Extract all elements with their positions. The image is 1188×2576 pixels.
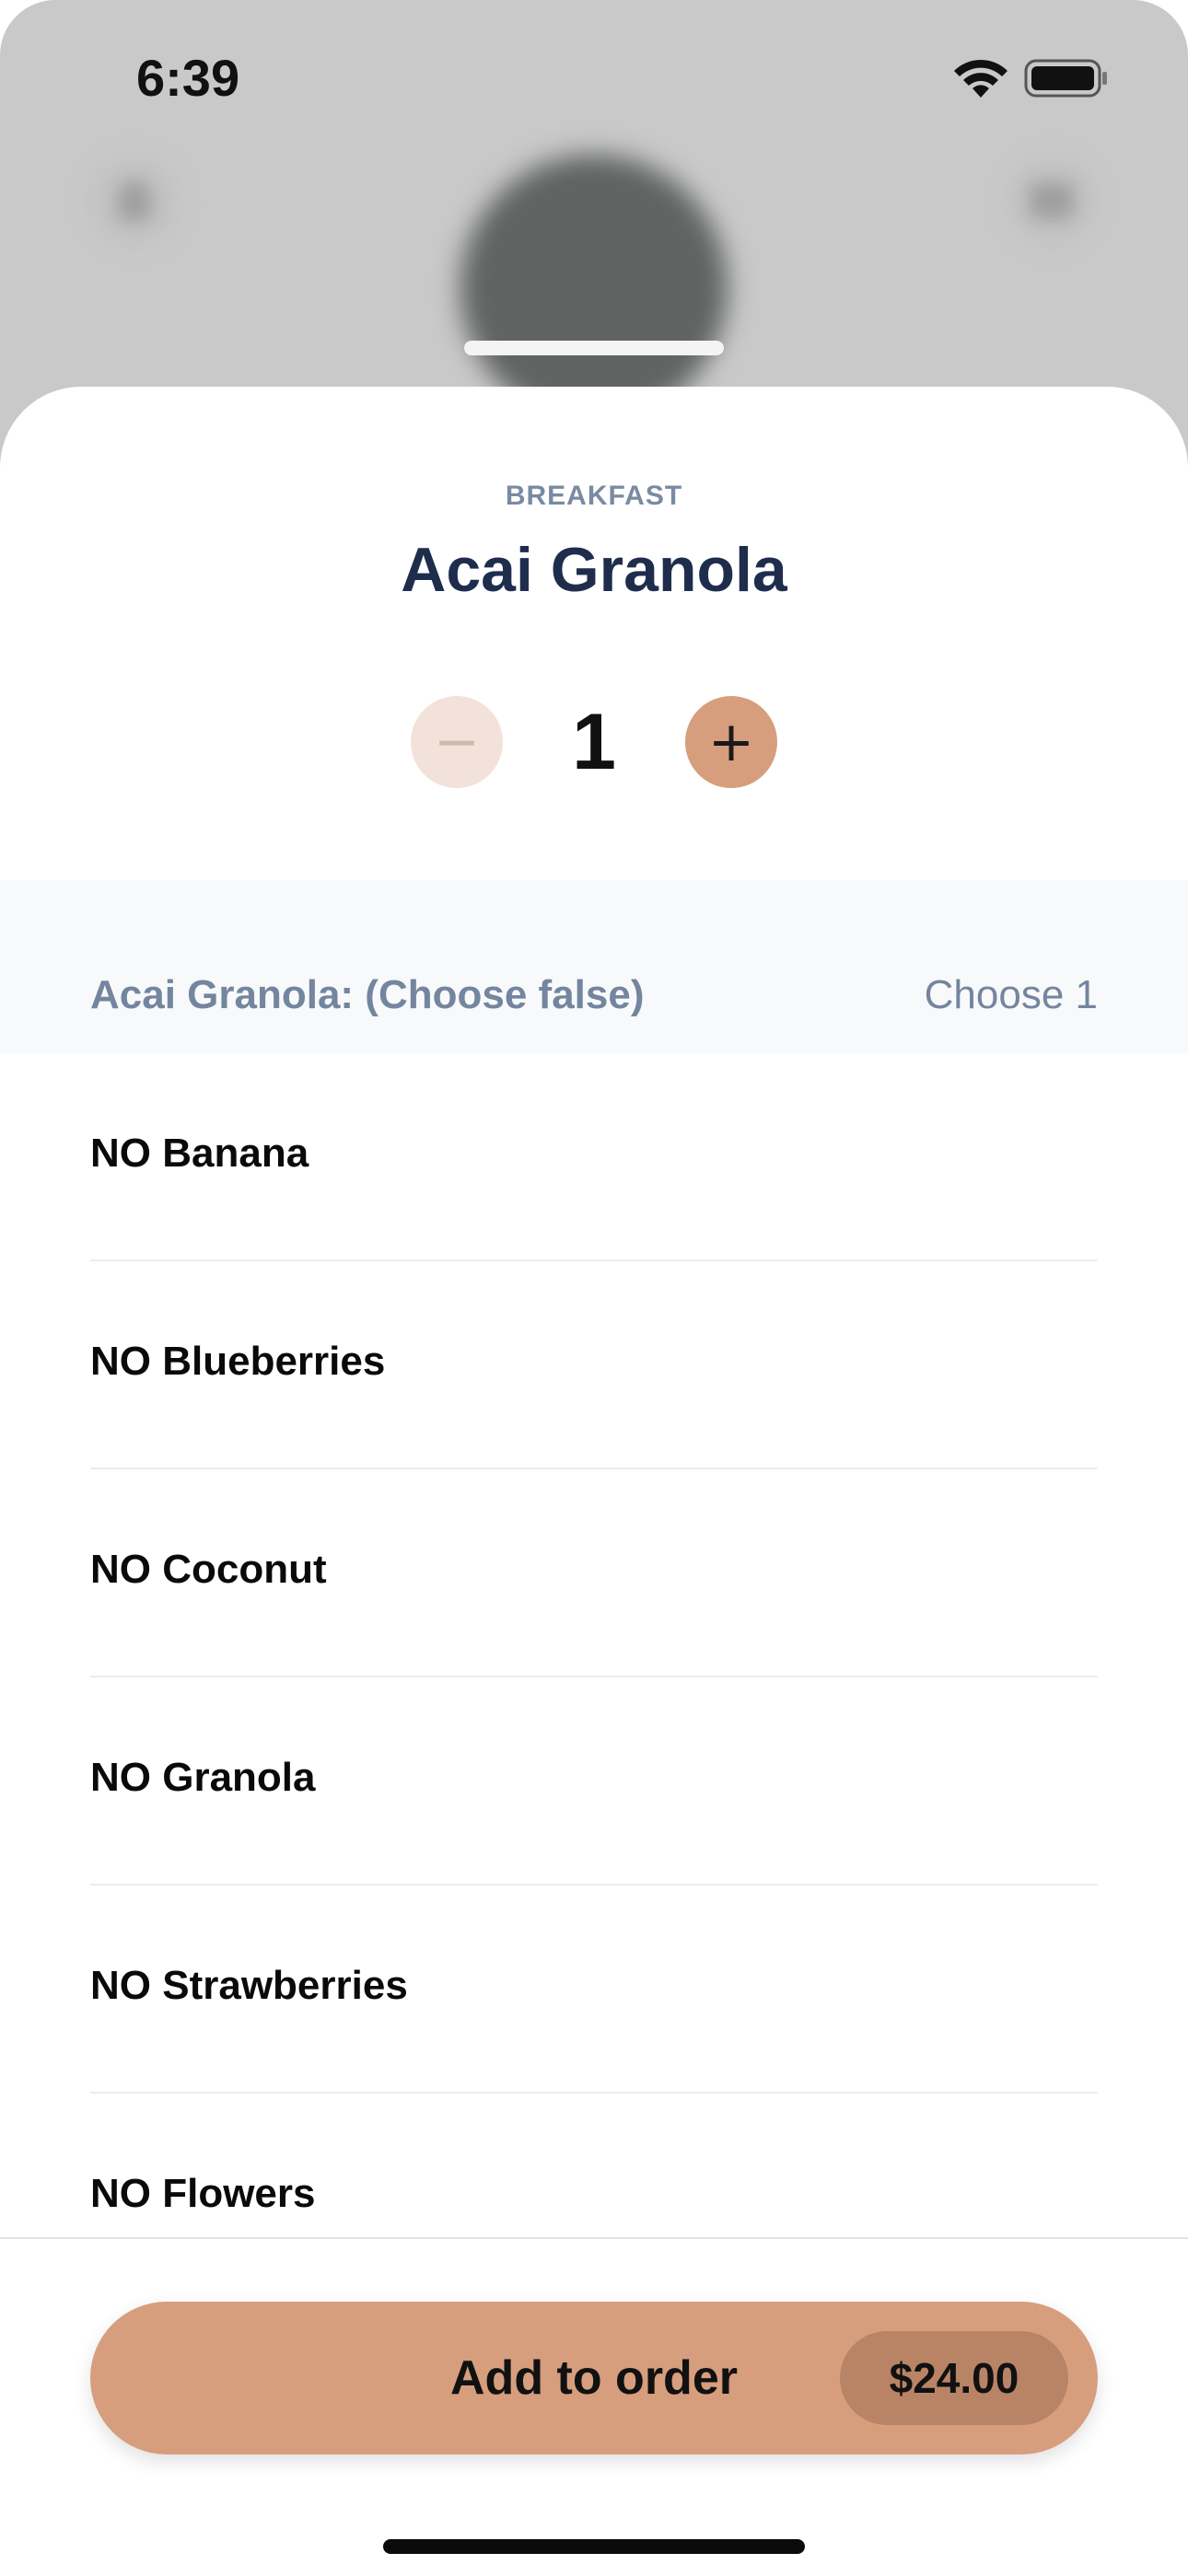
restaurant-logo-blurred: [460, 155, 728, 422]
sheet-grabber[interactable]: [464, 341, 724, 355]
price-badge: $24.00: [840, 2331, 1068, 2425]
modifier-option[interactable]: NO Granola: [90, 1677, 1098, 1886]
quantity-stepper: − 1 +: [0, 696, 1188, 788]
modifier-option[interactable]: NO Strawberries: [90, 1886, 1098, 2094]
status-time: 6:39: [136, 49, 240, 107]
modifier-option-label: NO Strawberries: [90, 1963, 408, 2008]
cart-button-blurred: [1006, 155, 1098, 247]
battery-icon: [1024, 59, 1107, 98]
order-footer: Add to order $24.00: [0, 2237, 1188, 2576]
modifier-option[interactable]: NO Coconut: [90, 1469, 1098, 1677]
add-to-order-button[interactable]: Add to order $24.00: [90, 2302, 1098, 2454]
decrease-quantity-button[interactable]: −: [411, 696, 503, 788]
modifier-option[interactable]: NO Banana: [90, 1053, 1098, 1261]
home-indicator: [383, 2539, 805, 2554]
modifier-option-label: NO Granola: [90, 1755, 316, 1800]
modifier-group-title: Acai Granola: (Choose false): [90, 972, 645, 1017]
increase-quantity-button[interactable]: +: [685, 696, 777, 788]
wifi-icon: [954, 59, 1007, 98]
modifier-option[interactable]: NO Blueberries: [90, 1261, 1098, 1469]
modifier-option-label: NO Coconut: [90, 1547, 327, 1592]
back-button-blurred: [88, 155, 181, 247]
modifier-option-label: NO Flowers: [90, 2171, 316, 2216]
product-category: BREAKFAST: [505, 481, 683, 511]
modifier-options-list: NO Banana NO Blueberries NO Coconut NO G…: [90, 1053, 1098, 2300]
modifier-option-label: NO Blueberries: [90, 1339, 386, 1384]
modifier-group-rule: Choose 1: [924, 972, 1098, 1017]
quantity-value: 1: [572, 698, 616, 786]
status-bar: 6:39: [0, 0, 1188, 147]
product-title: Acai Granola: [401, 535, 787, 605]
modifier-group-header: Acai Granola: (Choose false) Choose 1: [0, 880, 1188, 1053]
minus-icon: −: [433, 710, 481, 774]
plus-icon: +: [707, 710, 755, 774]
modifier-option-label: NO Banana: [90, 1131, 309, 1176]
